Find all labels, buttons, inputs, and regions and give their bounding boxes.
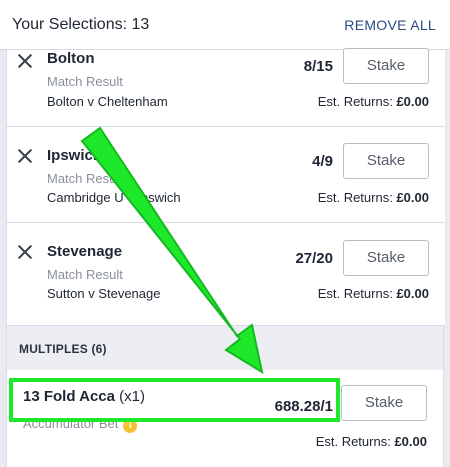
close-icon[interactable] [17, 53, 33, 69]
est-returns: Est. Returns: £0.00 [317, 286, 429, 301]
selection-row: Ipswich Match Result Cambridge U v Ipswi… [7, 127, 445, 223]
selection-market: Match Result [47, 171, 123, 186]
selections-count-title: Your Selections: 13 [12, 16, 150, 33]
selection-name: Ipswich [47, 147, 103, 164]
multiples-heading: MULTIPLES (6) [19, 342, 107, 356]
selection-event: Cambridge U v Ipswich [47, 190, 181, 205]
remove-all-button[interactable]: REMOVE ALL [344, 17, 436, 33]
selection-market: Match Result [47, 267, 123, 282]
multiple-bet-odds: 688.28/1 [274, 398, 333, 415]
selection-odds: 8/15 [303, 58, 333, 75]
est-returns: Est. Returns: £0.00 [317, 94, 429, 109]
stake-input[interactable]: Stake [343, 48, 429, 84]
selection-name: Bolton [47, 50, 95, 67]
selection-event: Bolton v Cheltenham [47, 94, 168, 109]
stake-input[interactable]: Stake [343, 240, 429, 276]
close-icon[interactable] [17, 148, 33, 164]
stake-input[interactable]: Stake [341, 385, 427, 421]
selection-odds: 27/20 [295, 250, 333, 267]
multiple-bet-name: 13 Fold Acca (x1) [23, 388, 145, 405]
selection-row: Bolton Match Result Bolton v Cheltenham … [7, 48, 445, 127]
selection-event: Sutton v Stevenage [47, 286, 161, 301]
selection-row: Stevenage Match Result Sutton v Stevenag… [7, 223, 445, 326]
selections-header: Your Selections: 13 REMOVE ALL [0, 0, 450, 50]
selections-list: Bolton Match Result Bolton v Cheltenham … [6, 48, 445, 326]
info-icon[interactable]: i [123, 419, 138, 433]
selection-market: Match Result [47, 74, 123, 89]
est-returns: Est. Returns: £0.00 [315, 434, 427, 449]
close-icon[interactable] [17, 244, 33, 260]
selection-name: Stevenage [47, 243, 123, 260]
stake-input[interactable]: Stake [343, 143, 429, 179]
multiple-bet-row: 13 Fold Acca (x1) Accumulator Bet i 688.2… [6, 370, 444, 467]
multiple-bet-type: Accumulator Bet i [23, 416, 138, 433]
multiple-bet-multiplier: (x1) [119, 388, 145, 405]
est-returns: Est. Returns: £0.00 [317, 190, 429, 205]
multiples-section-header: MULTIPLES (6) [6, 326, 444, 370]
selection-odds: 4/9 [312, 153, 333, 170]
